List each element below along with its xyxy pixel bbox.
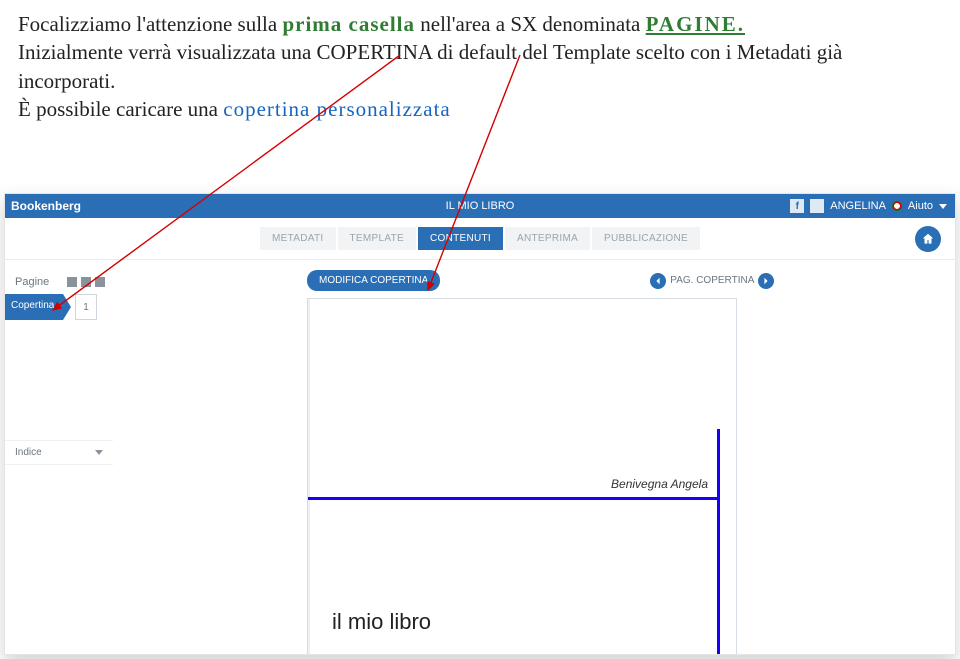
chevron-down-icon: [95, 450, 103, 455]
social-icon[interactable]: [810, 199, 824, 213]
instr-text: Focalizziamo l'attenzione sulla: [18, 12, 282, 36]
page-thumbnail-1[interactable]: 1: [75, 294, 97, 320]
pager-prev-button[interactable]: [650, 273, 666, 289]
instr-text: Inizialmente verrà visualizzata una COPE…: [18, 40, 842, 92]
language-icon[interactable]: [892, 201, 902, 211]
facebook-icon[interactable]: f: [790, 199, 804, 213]
dropdown-caret-icon[interactable]: [939, 204, 947, 209]
sidebar-indice[interactable]: Indice: [5, 440, 113, 465]
step-contenuti[interactable]: CONTENUTI: [418, 227, 503, 250]
cover-horizontal-rule: [308, 497, 720, 500]
instr-highlight-pagine: PAGINE.: [646, 12, 745, 36]
modifica-copertina-button[interactable]: MODIFICA COPERTINA: [307, 270, 440, 291]
app-screenshot: Bookenberg IL MIO LIBRO f ANGELINA Aiuto…: [4, 193, 956, 655]
cover-author: Benivegna Angela: [611, 477, 708, 491]
canvas-toolbar: MODIFICA COPERTINA PAG. COPERTINA: [117, 260, 943, 299]
indice-label: Indice: [15, 447, 42, 458]
step-pubblicazione[interactable]: PUBBLICAZIONE: [592, 227, 700, 250]
instr-text: nell'area a SX denominata: [415, 12, 646, 36]
pager-next-button[interactable]: [758, 273, 774, 289]
chevron-left-icon: [654, 277, 662, 285]
brand-label: Bookenberg: [5, 199, 81, 213]
page-pager: PAG. COPERTINA: [650, 273, 774, 289]
cover-page-canvas[interactable]: Benivegna Angela il mio libro: [307, 298, 737, 655]
instruction-block: Focalizziamo l'attenzione sulla prima ca…: [0, 0, 960, 131]
duplicate-page-icon[interactable]: [81, 277, 91, 287]
pager-label: PAG. COPERTINA: [670, 275, 754, 286]
window-title: IL MIO LIBRO: [446, 200, 515, 212]
topbar-right: f ANGELINA Aiuto: [790, 199, 955, 213]
step-metadati[interactable]: METADATI: [260, 227, 335, 250]
step-template[interactable]: TEMPLATE: [338, 227, 416, 250]
pagine-label: Pagine: [15, 276, 49, 288]
workspace: Pagine Copertina 1 Indice MODIFICA COPER…: [5, 260, 955, 654]
sidebar-pagine: Pagine Copertina 1 Indice: [5, 272, 113, 654]
home-button[interactable]: [915, 226, 941, 252]
top-bar: Bookenberg IL MIO LIBRO f ANGELINA Aiuto: [5, 194, 955, 218]
page-row-copertina[interactable]: Copertina 1: [5, 294, 113, 320]
canvas-area: MODIFICA COPERTINA PAG. COPERTINA Benive…: [117, 260, 943, 654]
sidebar-section-pagine: Pagine: [5, 272, 113, 294]
step-anteprima[interactable]: ANTEPRIMA: [505, 227, 590, 250]
chevron-right-icon: [762, 277, 770, 285]
home-icon: [921, 232, 935, 246]
instr-text: È possibile caricare una: [18, 97, 223, 121]
help-link[interactable]: Aiuto: [908, 200, 933, 212]
user-name[interactable]: ANGELINA: [830, 200, 886, 212]
cover-vertical-rule: [717, 429, 720, 655]
copertina-tab[interactable]: Copertina: [5, 294, 63, 320]
step-nav: METADATI TEMPLATE CONTENUTI ANTEPRIMA PU…: [5, 218, 955, 260]
cover-title: il mio libro: [332, 609, 431, 635]
delete-page-icon[interactable]: [95, 277, 105, 287]
instr-highlight-prima-casella: prima casella: [282, 12, 415, 36]
add-page-icon[interactable]: [67, 277, 77, 287]
instr-highlight-copertina-personalizzata: copertina personalizzata: [223, 97, 450, 121]
